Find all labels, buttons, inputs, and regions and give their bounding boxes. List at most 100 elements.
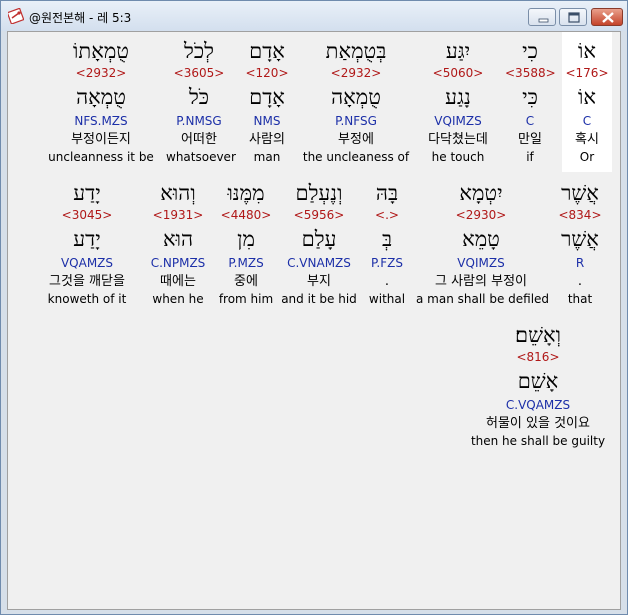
- korean-gloss: .: [577, 274, 583, 289]
- strong-number[interactable]: <3588>: [505, 66, 556, 80]
- korean-gloss: .: [384, 274, 390, 289]
- hebrew-word: וְאָשֵׁם׃: [515, 323, 561, 347]
- close-icon: [602, 12, 614, 23]
- hebrew-word: בְּטֻמְאַת: [325, 39, 387, 63]
- maximize-button[interactable]: [559, 8, 587, 26]
- korean-gloss: 그것을 깨닫을: [49, 274, 125, 289]
- morphology-code: P.FZS: [371, 256, 403, 270]
- morphology-code: VQIMZS: [434, 114, 482, 128]
- morphology-code: C: [525, 114, 535, 128]
- morphology-code: C.VQAMZS: [505, 398, 571, 412]
- word-cell[interactable]: לְכֹל <3605> כֹּל P.NMSG 어떠한 whatsoever: [166, 32, 236, 172]
- app-logo-icon: [6, 7, 25, 25]
- hebrew-word: וְהוּא: [160, 181, 196, 205]
- strong-number[interactable]: <2932>: [302, 66, 410, 80]
- hebrew-word: יִטְמָא: [459, 181, 503, 205]
- korean-gloss: 혹시: [575, 132, 599, 147]
- hebrew-lemma: אוֹ: [578, 85, 596, 109]
- word-cell[interactable]: אֲשֶׁר <834> אֲשֶׁר R . that: [548, 174, 612, 314]
- strong-number[interactable]: <4480>: [214, 208, 278, 222]
- hebrew-lemma: אָשֵׁם: [517, 369, 559, 393]
- english-gloss: then he shall be guilty: [470, 434, 606, 448]
- english-gloss: withal: [368, 292, 406, 306]
- hebrew-lemma: טָמֵא: [462, 227, 500, 251]
- english-gloss: he touch: [431, 150, 485, 164]
- strong-number[interactable]: <3605>: [166, 66, 232, 80]
- strong-number[interactable]: <1931>: [144, 208, 212, 222]
- hebrew-word: מִמֶּנּוּ: [227, 181, 265, 205]
- korean-gloss: 때에는: [160, 274, 196, 289]
- word-cell[interactable]: מִמֶּנּוּ <4480> מִן P.MZS 중에 from him: [214, 174, 278, 314]
- hebrew-word: לְכֹל: [184, 39, 214, 63]
- word-cell[interactable]: כִי <3588> כִּי C 만일 if: [505, 32, 556, 172]
- strong-number[interactable]: <5060>: [416, 66, 500, 80]
- word-cell[interactable]: יָדַע <3045> יָדַע VQAMZS 그것을 깨닫을 knowet…: [34, 174, 140, 314]
- morphology-code: VQIMZS: [457, 256, 505, 270]
- word-cell[interactable]: יִטְמָא <2930> טָמֵא VQIMZS 그 사람의 부정이 a …: [416, 174, 549, 314]
- hebrew-word: טֻמְאָתוֹ: [73, 39, 129, 63]
- word-cell[interactable]: וְאָשֵׁם׃ <816> אָשֵׁם C.VQAMZS 허물이 있을 것…: [464, 316, 612, 456]
- english-gloss: uncleanness it be: [48, 150, 154, 164]
- morphology-code: NFS.MZS: [74, 114, 128, 128]
- word-cell[interactable]: טֻמְאָתוֹ <2932> טֻמְאָה NFS.MZS 부정이든지 u…: [48, 32, 154, 172]
- close-button[interactable]: [591, 8, 623, 26]
- korean-gloss: 부정이든지: [71, 132, 131, 147]
- minimize-button[interactable]: [528, 8, 556, 26]
- maximize-icon: [568, 12, 580, 23]
- hebrew-lemma: יָדַע: [73, 227, 101, 251]
- hebrew-lemma: מִן: [237, 227, 255, 251]
- english-gloss: when he: [152, 292, 204, 306]
- morphology-code: P.NMSG: [176, 114, 222, 128]
- strong-number[interactable]: <.>: [360, 208, 414, 222]
- strong-number[interactable]: <3045>: [34, 208, 140, 222]
- strong-number[interactable]: <834>: [548, 208, 612, 222]
- morphology-code: P.MZS: [228, 256, 264, 270]
- hebrew-lemma: נָגַע: [445, 85, 471, 109]
- english-gloss: and it be hid: [281, 292, 357, 306]
- morphology-code: C.NPMZS: [150, 256, 206, 270]
- word-cell[interactable]: אָדָם <120> אָדָם NMS 사람의 man: [240, 32, 294, 172]
- verse-content-panel[interactable]: אוֹ <176> אוֹ C 혹시 Or כִי <3588> כִּי C …: [7, 31, 621, 610]
- english-gloss: Or: [579, 150, 595, 164]
- strong-number[interactable]: <5956>: [280, 208, 358, 222]
- strong-number[interactable]: <816>: [464, 350, 612, 364]
- english-gloss: the uncleaness of: [302, 150, 410, 164]
- hebrew-lemma: כִּי: [522, 85, 538, 109]
- morphology-code: R: [575, 256, 585, 270]
- hebrew-word: יָדַע: [73, 181, 101, 205]
- hebrew-lemma: טֻמְאָה: [331, 85, 381, 109]
- word-cell[interactable]: וְנֶעְלַם <5956> עָלַם C.VNAMZS 부지 and i…: [280, 174, 358, 314]
- english-gloss: if: [526, 150, 534, 164]
- hebrew-lemma: אֲשֶׁר: [561, 227, 599, 251]
- strong-number[interactable]: <2930>: [416, 208, 546, 222]
- morphology-code: VQAMZS: [60, 256, 114, 270]
- hebrew-lemma: הוּא: [162, 227, 194, 251]
- hebrew-lemma: טֻמְאָה: [76, 85, 126, 109]
- hebrew-word: כִי: [522, 39, 538, 63]
- word-cell[interactable]: בָּהּ <.> בְּ P.FZS . withal: [360, 174, 414, 314]
- hebrew-lemma: כֹּל: [188, 85, 210, 109]
- korean-gloss: 그 사람의 부정이: [435, 274, 527, 289]
- hebrew-word: בָּהּ: [375, 181, 399, 205]
- morphology-code: NMS: [253, 114, 281, 128]
- english-gloss: knoweth of it: [47, 292, 127, 306]
- korean-gloss: 부지: [307, 274, 331, 289]
- hebrew-word: וְנֶעְלַם: [295, 181, 343, 205]
- korean-gloss: 부정에: [338, 132, 374, 147]
- hebrew-word: אוֹ: [578, 39, 596, 63]
- hebrew-word: אֲשֶׁר: [561, 181, 599, 205]
- english-gloss: that: [567, 292, 593, 306]
- korean-gloss: 만일: [518, 132, 542, 147]
- hebrew-lemma: עָלַם: [301, 227, 337, 251]
- morphology-code: C.VNAMZS: [287, 256, 351, 270]
- window-title: @원전본해 - 레 5:3: [29, 11, 132, 25]
- title-bar[interactable]: @원전본해 - 레 5:3: [1, 1, 627, 31]
- word-cell[interactable]: וְהוּא <1931> הוּא C.NPMZS 때에는 when he: [144, 174, 212, 314]
- word-cell[interactable]: בְּטֻמְאַת <2932> טֻמְאָה P.NFSG 부정에 the…: [302, 32, 410, 172]
- strong-number[interactable]: <2932>: [48, 66, 154, 80]
- word-cell[interactable]: יִגַּע <5060> נָגַע VQIMZS 다닥쳤는데 he touc…: [416, 32, 500, 172]
- hebrew-lemma: בְּ: [381, 227, 393, 251]
- strong-number[interactable]: <120>: [240, 66, 294, 80]
- strong-number[interactable]: <176>: [562, 66, 612, 80]
- word-cell[interactable]: אוֹ <176> אוֹ C 혹시 Or: [562, 32, 612, 172]
